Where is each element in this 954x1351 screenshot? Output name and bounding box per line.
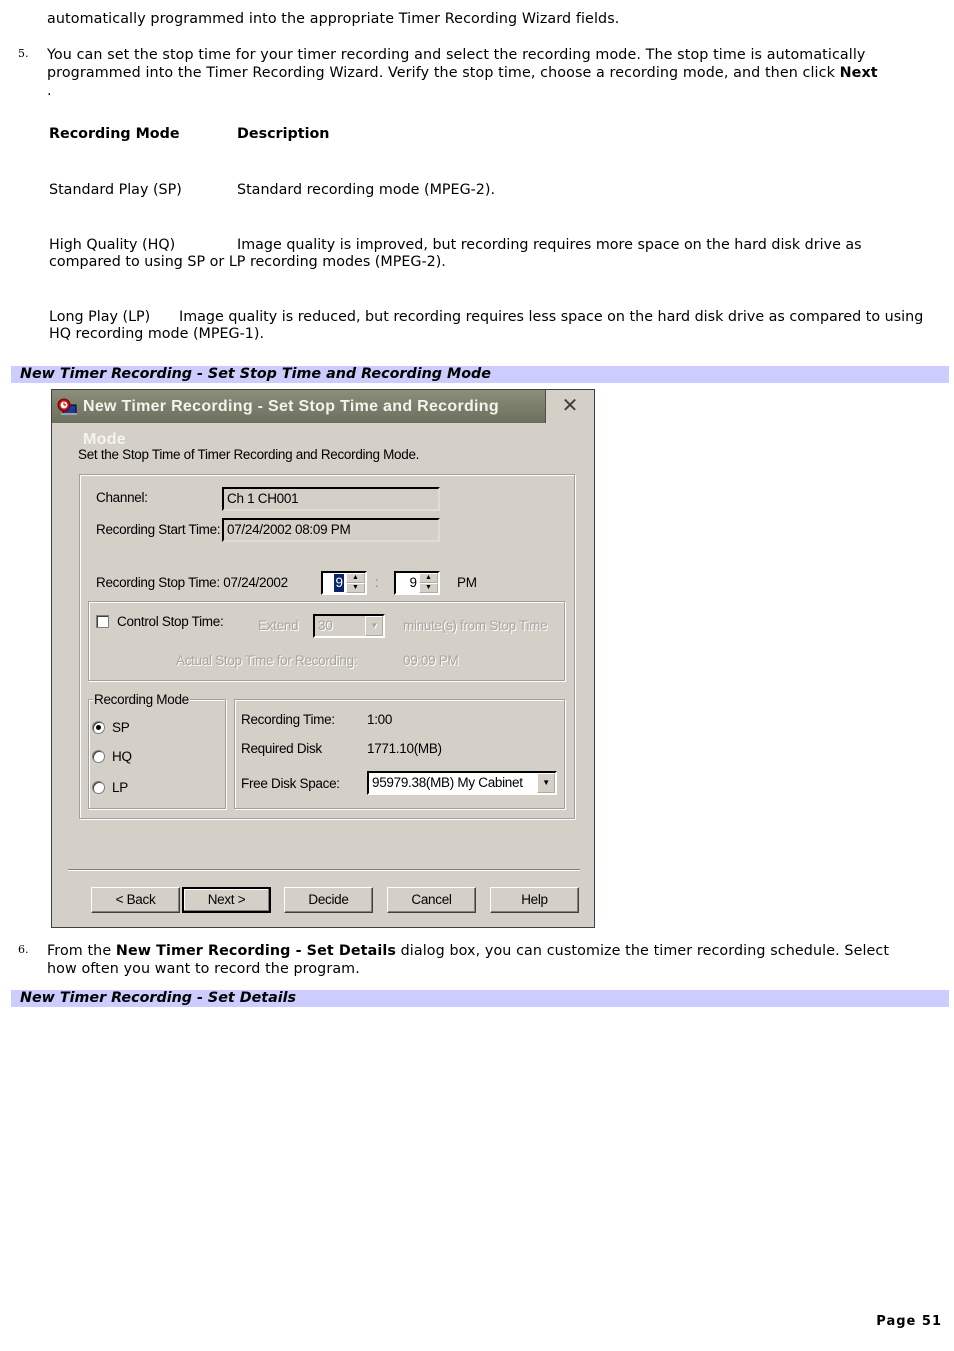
required-disk-value: 1771.10(MB) xyxy=(367,741,442,756)
table-row-description: Image quality is reduced, but recording … xyxy=(49,309,924,342)
free-disk-label: Free Disk Space: xyxy=(241,776,340,791)
recording-mode-group-label: Recording Mode xyxy=(93,692,190,707)
mode-radio-sp[interactable] xyxy=(92,721,105,734)
start-time-label: Recording Start Time: xyxy=(96,522,221,537)
channel-field: Ch 1 CH001 xyxy=(222,487,440,511)
step-5-bold: Next xyxy=(839,65,878,81)
mode-label-hq[interactable]: HQ xyxy=(112,749,132,764)
mode-radio-lp[interactable] xyxy=(92,781,105,794)
spin-up-icon[interactable]: ▲ xyxy=(346,573,365,583)
control-stop-label[interactable]: Control Stop Time: xyxy=(117,614,224,629)
page-number: Page 51 xyxy=(876,1314,942,1329)
close-icon: ✕ xyxy=(561,395,579,417)
stop-minute-spinner[interactable]: 9 ▲ ▼ xyxy=(394,571,440,595)
spin-down-icon[interactable]: ▼ xyxy=(346,583,365,593)
table-header-mode: Recording Mode xyxy=(49,126,180,142)
extend-dropdown[interactable]: 30 ▼ xyxy=(313,614,385,638)
channel-label: Channel: xyxy=(96,490,148,505)
step-5-text: You can set the stop time for your timer… xyxy=(47,46,927,100)
table-row-mode: Standard Play (SP) xyxy=(49,182,182,198)
figure-caption: New Timer Recording - Set Details xyxy=(11,990,949,1007)
step-5-text-before: You can set the stop time for your timer… xyxy=(47,47,866,81)
chevron-down-icon[interactable]: ▼ xyxy=(365,616,383,636)
spin-down-icon[interactable]: ▼ xyxy=(419,583,438,593)
table-row: Long Play (LP) Image quality is reduced, … xyxy=(49,309,929,343)
button-separator xyxy=(68,869,580,871)
table-row-mode: Long Play (LP) xyxy=(49,309,151,325)
free-disk-dropdown[interactable]: 95979.38(MB) My Cabinet ▼ xyxy=(367,771,557,795)
mode-label-sp[interactable]: SP xyxy=(112,720,130,735)
table-row: High Quality (HQ) Image quality is improv… xyxy=(49,237,909,271)
recording-mode-group xyxy=(88,699,226,809)
back-button[interactable]: < Back xyxy=(91,887,180,913)
time-separator: : xyxy=(375,575,379,590)
dialog-instruction: Set the Stop Time of Timer Recording and… xyxy=(78,447,420,462)
intro-continuation: automatically programmed into the approp… xyxy=(47,11,620,27)
extend-suffix: minute(s) from Stop Time xyxy=(403,618,548,633)
figure-caption: New Timer Recording - Set Stop Time and … xyxy=(11,366,949,383)
step-6-bold: New Timer Recording - Set Details xyxy=(115,943,396,959)
mode-label-lp[interactable]: LP xyxy=(112,780,128,795)
free-disk-value: 95979.38(MB) My Cabinet xyxy=(372,775,523,790)
required-disk-label: Required Disk xyxy=(241,741,322,756)
table-row-mode: High Quality (HQ) xyxy=(49,237,176,253)
extend-label: Extend xyxy=(258,618,299,633)
timer-app-icon xyxy=(57,398,77,415)
chevron-down-icon[interactable]: ▼ xyxy=(537,773,555,793)
am-pm-label: PM xyxy=(457,575,477,590)
dialog-title: New Timer Recording - Set Stop Time and … xyxy=(83,398,499,448)
control-stop-group xyxy=(88,601,565,681)
step-6-text-before: From the xyxy=(47,943,116,959)
stop-hour-value[interactable]: 9 xyxy=(334,574,344,592)
stop-hour-spinner[interactable]: 9 ▲ ▼ xyxy=(321,571,367,595)
stop-time-label: Recording Stop Time: 07/24/2002 xyxy=(96,575,288,590)
help-button[interactable]: Help xyxy=(490,887,579,913)
step-number-5: 5. xyxy=(18,47,29,60)
step-number-6: 6. xyxy=(18,943,29,956)
extend-value: 30 xyxy=(318,618,333,633)
table-header-description: Description xyxy=(237,126,330,142)
spin-up-icon[interactable]: ▲ xyxy=(419,573,438,583)
timer-recording-dialog: New Timer Recording - Set Stop Time and … xyxy=(51,389,595,928)
start-time-field: 07/24/2002 08:09 PM xyxy=(222,518,440,542)
close-button[interactable]: ✕ xyxy=(546,390,594,423)
stop-minute-value[interactable]: 9 xyxy=(409,574,417,592)
recording-time-label: Recording Time: xyxy=(241,712,335,727)
step-6-text: From the New Timer Recording - Set Detai… xyxy=(47,942,917,978)
decide-button[interactable]: Decide xyxy=(284,887,373,913)
table-row-description: Standard recording mode (MPEG-2). xyxy=(237,182,496,198)
control-stop-checkbox[interactable] xyxy=(96,615,109,628)
dialog-title-bar: New Timer Recording - Set Stop Time and … xyxy=(52,390,546,448)
recording-time-value: 1:00 xyxy=(367,712,393,727)
mode-radio-hq[interactable] xyxy=(92,750,105,763)
next-button[interactable]: Next > xyxy=(182,887,271,913)
cancel-button[interactable]: Cancel xyxy=(387,887,476,913)
actual-stop-label: Actual Stop Time for Recording: xyxy=(176,653,358,668)
step-5-text-after: . xyxy=(47,83,52,99)
actual-stop-value: 09:09 PM xyxy=(403,653,459,668)
